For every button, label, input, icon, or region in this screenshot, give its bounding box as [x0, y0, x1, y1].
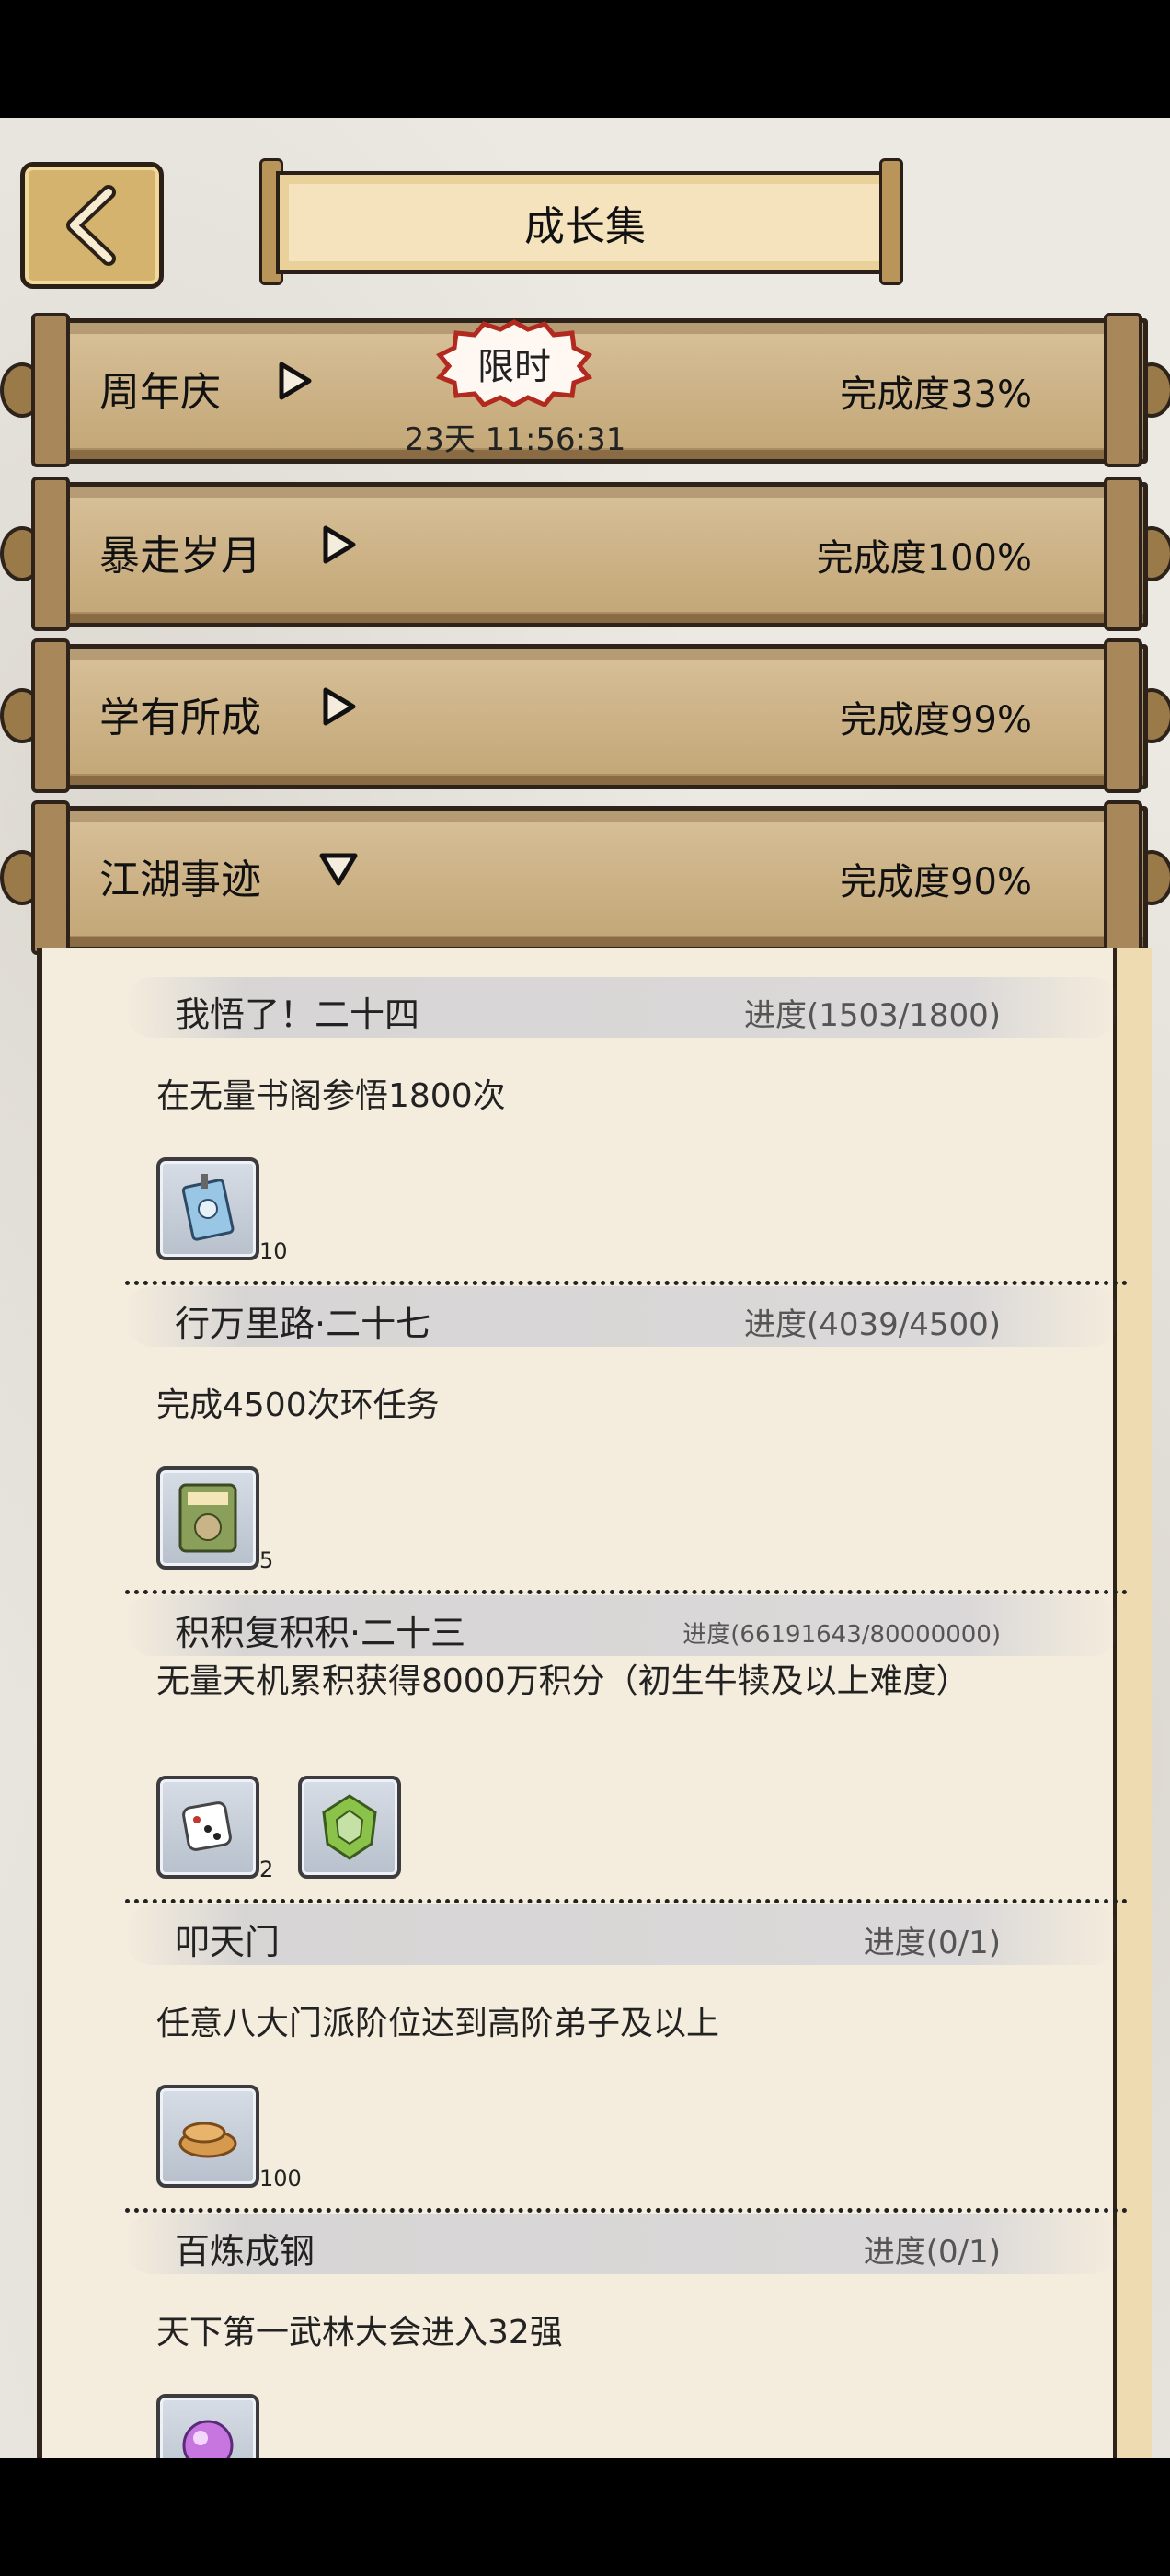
task-name: 我悟了！二十四 [175, 995, 420, 1035]
collapse-arrow-icon [319, 853, 358, 886]
category-jianghu-deeds[interactable]: 江湖事迹 完成度90% [0, 800, 1170, 955]
reward-pastry[interactable] [156, 2085, 259, 2188]
reward-elixir-pack[interactable] [156, 1466, 259, 1570]
task-description: 天下第一武林大会进入32强 [156, 2314, 563, 2352]
reward-jade-token[interactable] [298, 1776, 401, 1879]
jade-token-icon [322, 1794, 377, 1860]
limited-time-label: 限时 [477, 346, 551, 388]
scroll-cap-left [31, 800, 70, 955]
category-label: 周年庆 [99, 369, 221, 416]
scroll-cap-left [31, 638, 70, 793]
scroll-cap-right [1104, 638, 1142, 793]
dotted-divider [125, 1899, 1128, 1903]
task-description: 完成4500次环任务 [156, 1386, 440, 1424]
title-scroll: 成长集 [259, 158, 903, 285]
task-name: 百炼成钢 [175, 2231, 315, 2271]
dotted-divider [125, 1590, 1128, 1594]
reward-quantity: 10 [259, 1238, 288, 1264]
scroll-rod-right [879, 158, 903, 285]
task-progress: 进度(4039/4500) [743, 1306, 1001, 1343]
reward-quantity: 2 [259, 1857, 274, 1882]
back-button[interactable] [20, 162, 164, 289]
reward-skill-book[interactable] [156, 1157, 259, 1260]
task-description: 任意八大门派阶位达到高阶弟子及以上 [156, 2005, 720, 2042]
scroll-cap-left [31, 477, 70, 631]
reward-spirit-orb[interactable] [156, 2394, 259, 2458]
reward-quantity: 100 [259, 2166, 302, 2191]
expand-arrow-icon [323, 687, 356, 726]
task-list[interactable]: 我悟了！二十四 进度(1503/1800) 在无量书阁参悟1800次 10 行万… [37, 948, 1152, 2458]
pastry-icon [178, 2122, 237, 2158]
category-wild-years[interactable]: 暴走岁月 完成度100% [0, 477, 1170, 631]
expand-arrow-icon [323, 525, 356, 564]
dotted-divider [125, 2208, 1128, 2213]
category-label: 学有所成 [99, 695, 261, 742]
task-name: 积积复积积·二十三 [175, 1613, 466, 1653]
growth-screen: 成长集 周年庆 完成度33% 限时 23天 11:56:31 暴走岁月 完成度1… [0, 118, 1170, 2458]
reward-dice[interactable] [156, 1776, 259, 1879]
category-label: 暴走岁月 [99, 533, 261, 580]
dotted-divider [125, 1281, 1128, 1285]
scroll-cap-left [31, 313, 70, 467]
category-completion: 完成度33% [840, 374, 1032, 416]
countdown-timer: 23天 11:56:31 [404, 421, 626, 458]
task-name: 叩天门 [175, 1922, 281, 1962]
spirit-orb-icon [182, 2420, 234, 2458]
expand-arrow-icon [279, 362, 312, 400]
category-label: 江湖事迹 [99, 857, 261, 903]
category-completion: 完成度90% [840, 861, 1032, 903]
task-progress: 进度(66191643/80000000) [682, 1621, 1001, 1649]
page-title: 成长集 [276, 171, 894, 274]
category-learning[interactable]: 学有所成 完成度99% [0, 638, 1170, 793]
category-completion: 完成度100% [816, 537, 1032, 580]
task-progress: 进度(0/1) [863, 1925, 1001, 1961]
skill-book-icon [181, 1174, 235, 1241]
reward-quantity: 5 [259, 1547, 274, 1573]
task-name: 行万里路·二十七 [175, 1304, 431, 1344]
scroll-paper-edge [1113, 948, 1152, 2458]
navigation-bar [0, 2458, 1170, 2576]
scroll-cap-right [1104, 800, 1142, 955]
dice-icon [182, 1801, 232, 1851]
task-progress: 进度(0/1) [863, 2234, 1001, 2271]
scroll-cap-right [1104, 477, 1142, 631]
category-completion: 完成度99% [840, 699, 1032, 742]
task-description: 在无量书阁参悟1800次 [156, 1077, 506, 1115]
status-bar [0, 0, 1170, 118]
elixir-pack-icon [178, 1483, 237, 1553]
back-arrow-icon [66, 185, 116, 266]
task-description: 无量天机累积获得8000万积分（初生牛犊及以上难度） [156, 1662, 969, 1700]
scroll-cap-right [1104, 313, 1142, 467]
task-progress: 进度(1503/1800) [743, 997, 1001, 1034]
